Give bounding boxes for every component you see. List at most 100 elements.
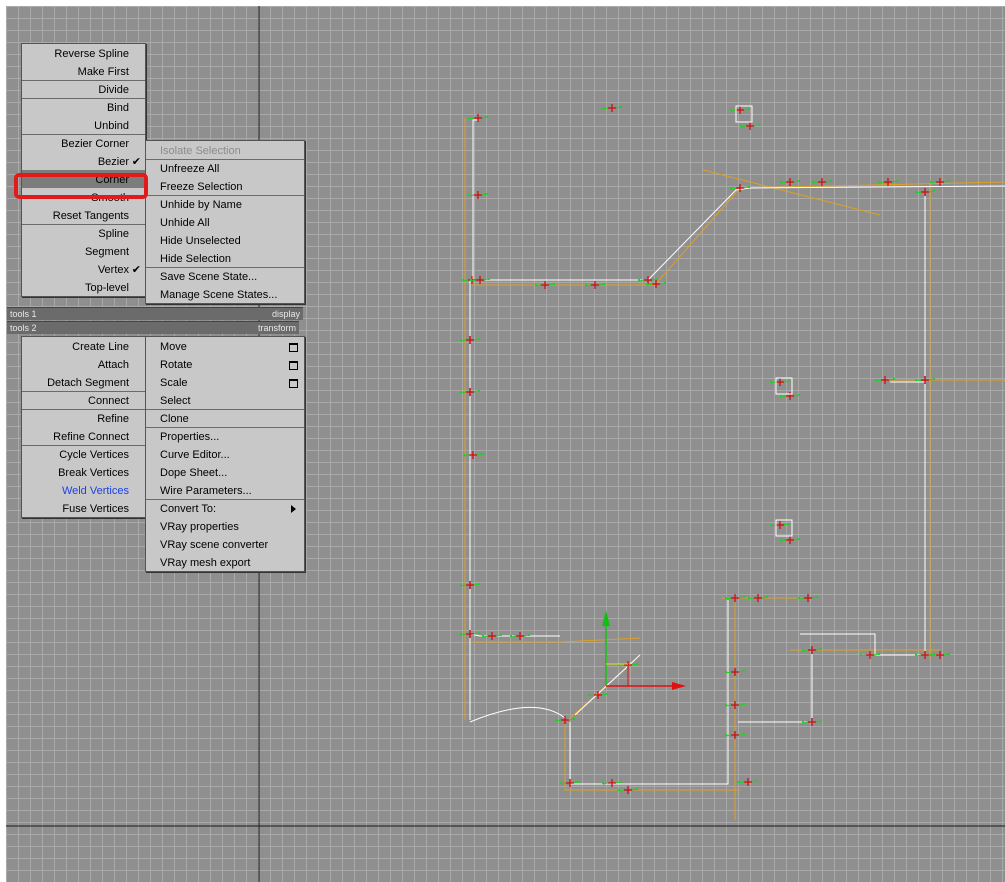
tangent-dot <box>585 284 587 286</box>
tangent-dot <box>740 125 742 127</box>
menu-item-label: Properties... <box>160 431 220 443</box>
menu-item-clone[interactable]: Clone <box>146 409 304 427</box>
menu-item-fuse-vertices[interactable]: Fuse Vertices <box>22 499 145 517</box>
menu-item-curve-editor[interactable]: Curve Editor... <box>146 445 304 463</box>
menu-item-refine[interactable]: Refine <box>22 409 145 427</box>
spline-segment <box>478 185 1005 281</box>
menu-item-save-scene-state[interactable]: Save Scene State... <box>146 267 304 285</box>
tangent-dot <box>878 181 880 183</box>
tangent-dot <box>933 653 935 655</box>
menu-item-unbind[interactable]: Unbind <box>22 116 145 134</box>
tangent-dot <box>636 663 638 665</box>
menu-item-manage-scene-states[interactable]: Manage Scene States... <box>146 285 304 303</box>
tangent-dot <box>788 523 790 525</box>
settings-box-icon[interactable] <box>289 343 298 352</box>
menu-item-label: Hide Selection <box>160 253 231 265</box>
menu-item-label: Make First <box>77 66 129 78</box>
menu-item-attach[interactable]: Attach <box>22 355 145 373</box>
menu-item-top-level[interactable]: Top-level <box>22 278 145 296</box>
menu-item-hide-unselected[interactable]: Hide Unselected <box>146 231 304 249</box>
tangent-dot <box>756 780 758 782</box>
menu-item-unhide-by-name[interactable]: Unhide by Name <box>146 195 304 213</box>
menu-item-segment[interactable]: Segment <box>22 242 145 260</box>
menu-item-vertex[interactable]: Vertex ✔ <box>22 260 145 278</box>
tangent-dot <box>620 106 622 108</box>
menu-item-cycle-vertices[interactable]: Cycle Vertices <box>22 445 145 463</box>
tangent-dot <box>725 597 727 599</box>
tangent-dot <box>602 782 604 784</box>
menu-item-freeze-selection[interactable]: Freeze Selection <box>146 177 304 195</box>
menu-item-label: Manage Scene States... <box>160 289 278 301</box>
menu-item-label: Bezier <box>97 156 129 168</box>
quad-label-tools2: tools 2 <box>10 323 37 333</box>
menu-item-detach-segment[interactable]: Detach Segment <box>22 373 145 391</box>
spline-segment <box>569 600 729 785</box>
settings-box-icon[interactable] <box>289 379 298 388</box>
spline-segment <box>800 633 925 656</box>
tangent-dot <box>743 670 745 672</box>
spline-segment <box>738 650 813 723</box>
menu-item-label: Bezier Corner <box>61 138 129 150</box>
tangent-dot <box>460 584 462 586</box>
menu-item-vray-mesh-export[interactable]: VRay mesh export <box>146 553 304 571</box>
menu-item-divide[interactable]: Divide <box>22 80 145 98</box>
menu-item-unfreeze-all[interactable]: Unfreeze All <box>146 159 304 177</box>
tangent-dot <box>933 378 935 380</box>
tangent-dot <box>893 378 895 380</box>
menu-item-spline[interactable]: Spline <box>22 224 145 242</box>
settings-box-icon[interactable] <box>289 361 298 370</box>
menu-item-label: Refine Connect <box>53 431 129 443</box>
menu-item-wire-parameters[interactable]: Wire Parameters... <box>146 481 304 499</box>
menu-item-convert-to[interactable]: Convert To: <box>146 499 304 517</box>
menu-item-label: Attach <box>97 359 129 371</box>
menu-item-label: Vertex <box>97 264 129 276</box>
tangent-dot <box>510 635 512 637</box>
gizmo-x-arrow <box>672 682 686 690</box>
tangent-dot <box>830 180 832 182</box>
tangent-dot <box>482 635 484 637</box>
menu-item-make-first[interactable]: Make First <box>22 62 145 80</box>
menu-item-reset-tangents[interactable]: Reset Tangents <box>22 206 145 224</box>
tangent-dot <box>468 117 470 119</box>
menu-item-label: Unhide by Name <box>160 199 242 211</box>
menu-item-label: Reverse Spline <box>54 48 129 60</box>
menu-item-label: Curve Editor... <box>160 449 230 461</box>
menu-item-break-vertices[interactable]: Break Vertices <box>22 463 145 481</box>
menu-item-vray-properties[interactable]: VRay properties <box>146 517 304 535</box>
menu-item-label: VRay scene converter <box>160 539 269 551</box>
menu-item-rotate[interactable]: Rotate <box>146 355 304 373</box>
tangent-dot <box>578 781 580 783</box>
menu-item-label: Freeze Selection <box>160 181 243 193</box>
tangent-dot <box>588 694 590 696</box>
menu-item-refine-connect[interactable]: Refine Connect <box>22 427 145 445</box>
menu-item-connect[interactable]: Connect <box>22 391 145 409</box>
tangent-dot <box>915 379 917 381</box>
menu-item-vray-scene-converter[interactable]: VRay scene converter <box>146 535 304 553</box>
menu-item-bezier[interactable]: Bezier ✔ <box>22 152 145 170</box>
tangent-dot <box>748 108 750 110</box>
tangent-dot <box>875 379 877 381</box>
menu-item-bind[interactable]: Bind <box>22 98 145 116</box>
tangent-dot <box>820 720 822 722</box>
menu-item-hide-selection[interactable]: Hide Selection <box>146 249 304 267</box>
menu-item-dope-sheet[interactable]: Dope Sheet... <box>146 463 304 481</box>
menu-item-unhide-all[interactable]: Unhide All <box>146 213 304 231</box>
menu-item-create-line[interactable]: Create Line <box>22 337 145 355</box>
wall-outline <box>564 720 740 791</box>
quad-header-bottom: tools 2 transform <box>7 321 299 334</box>
quad-label-tools1: tools 1 <box>10 309 37 319</box>
menu-item-move[interactable]: Move <box>146 337 304 355</box>
menu-item-reverse-spline[interactable]: Reverse Spline <box>22 44 145 62</box>
tangent-dot <box>816 596 818 598</box>
tangent-dot <box>656 278 658 280</box>
tangent-dot <box>860 654 862 656</box>
quad-menu-display: Isolate Selection Unfreeze All Freeze Sele… <box>145 140 305 304</box>
menu-item-label: Unfreeze All <box>160 163 220 175</box>
menu-item-bezier-corner[interactable]: Bezier Corner <box>22 134 145 152</box>
menu-item-label: Scale <box>160 377 188 389</box>
menu-item-properties[interactable]: Properties... <box>146 427 304 445</box>
menu-item-weld-vertices[interactable]: Weld Vertices <box>22 481 145 499</box>
menu-item-select[interactable]: Select <box>146 391 304 409</box>
menu-item-scale[interactable]: Scale <box>146 373 304 391</box>
tangent-dot <box>488 278 490 280</box>
